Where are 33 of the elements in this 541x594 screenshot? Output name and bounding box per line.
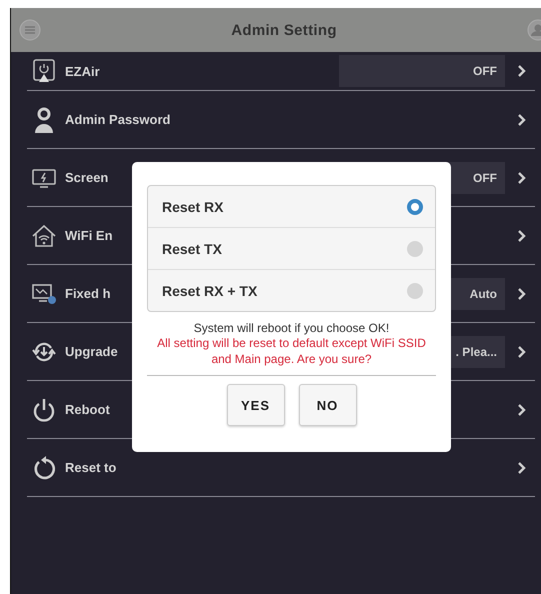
setting-label: EZAir [65, 64, 100, 78]
setting-row[interactable]: Admin Password [27, 91, 535, 149]
setting-label: WiFi En [65, 228, 113, 243]
power-icon [31, 396, 57, 422]
menu-icon[interactable] [19, 19, 41, 41]
chevron-icon [517, 344, 527, 358]
dialog-message: System will reboot if you choose OK! [192, 321, 390, 335]
radio-button[interactable] [407, 198, 423, 214]
chevron-icon [517, 64, 527, 78]
chevron-icon [517, 286, 527, 300]
setting-label: Admin Password [65, 112, 170, 127]
chevron-icon [517, 460, 527, 474]
reset-option[interactable]: Reset TX [148, 228, 435, 270]
monitor-power-icon [31, 58, 57, 84]
setting-row[interactable]: EZAir OFF [27, 52, 535, 91]
setting-label: Screen [65, 170, 108, 185]
chevron-icon [517, 112, 527, 126]
reset-option[interactable]: Reset RX [148, 186, 435, 228]
chevron-icon [517, 228, 527, 242]
page-title: Admin Setting [231, 22, 337, 38]
setting-label: Upgrade [65, 344, 118, 359]
radio-button[interactable] [407, 240, 423, 256]
chevron-icon [517, 170, 527, 184]
chevron-icon [517, 402, 527, 416]
setting-label: Reset to [65, 460, 116, 475]
yes-button[interactable]: YES [226, 384, 284, 426]
radio-button[interactable] [407, 282, 423, 298]
setting-label: Reboot [65, 402, 110, 417]
setting-label: Fixed h [65, 286, 111, 301]
home-wifi-icon [31, 222, 57, 248]
user-icon[interactable] [527, 19, 541, 41]
no-button[interactable]: NO [298, 384, 356, 426]
setting-value: OFF [339, 55, 505, 87]
